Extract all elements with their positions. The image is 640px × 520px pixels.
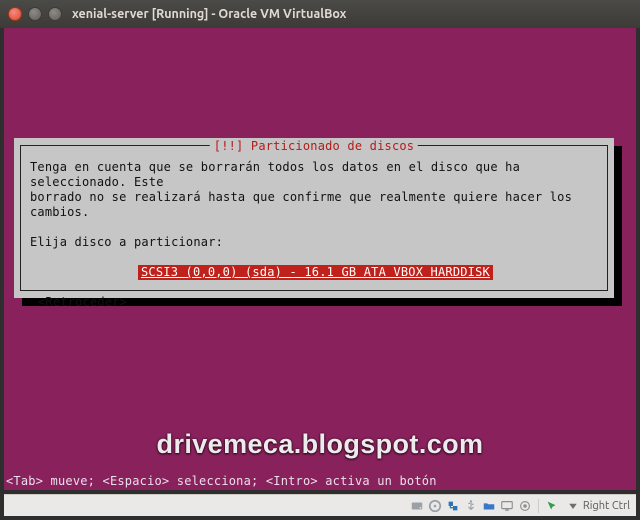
shared-folder-icon[interactable] xyxy=(482,499,496,513)
hostkey-label: Right Ctrl xyxy=(583,500,630,512)
titlebar: xenial-server [Running] - Oracle VM Virt… xyxy=(0,0,640,28)
status-separator xyxy=(538,499,539,513)
back-button[interactable]: <Retroceder> xyxy=(38,295,598,310)
minimize-icon[interactable] xyxy=(28,7,42,21)
window-title: xenial-server [Running] - Oracle VM Virt… xyxy=(72,7,346,21)
recording-icon[interactable] xyxy=(518,499,532,513)
disk-option-selected[interactable]: SCSI3 (0,0,0) (sda) - 16.1 GB ATA VBOX H… xyxy=(138,265,493,280)
warning-text-line2: borrado no se realizará hasta que confir… xyxy=(30,190,598,220)
vbox-statusbar: Right Ctrl xyxy=(4,494,636,516)
hostkey-indicator[interactable]: Right Ctrl xyxy=(567,500,630,512)
warning-text-line1: Tenga en cuenta que se borrarán todos lo… xyxy=(30,160,598,190)
network-icon[interactable] xyxy=(446,499,460,513)
partition-dialog: [!!] Particionado de discos Tenga en cue… xyxy=(14,138,614,298)
usb-icon[interactable] xyxy=(464,499,478,513)
dialog-title: [!!] Particionado de discos xyxy=(210,139,418,154)
mouse-integration-icon[interactable] xyxy=(545,499,559,513)
hard-disk-icon[interactable] xyxy=(410,499,424,513)
optical-disk-icon[interactable] xyxy=(428,499,442,513)
watermark: drivemeca.blogspot.com xyxy=(157,429,484,460)
maximize-icon[interactable] xyxy=(48,7,62,21)
prompt-label: Elija disco a particionar: xyxy=(30,235,598,250)
guest-screen: [!!] Particionado de discos Tenga en cue… xyxy=(4,28,636,490)
display-icon[interactable] xyxy=(500,499,514,513)
close-icon[interactable] xyxy=(8,7,22,21)
help-bar: <Tab> mueve; <Espacio> selecciona; <Intr… xyxy=(4,474,636,490)
keyboard-down-icon xyxy=(567,500,579,512)
